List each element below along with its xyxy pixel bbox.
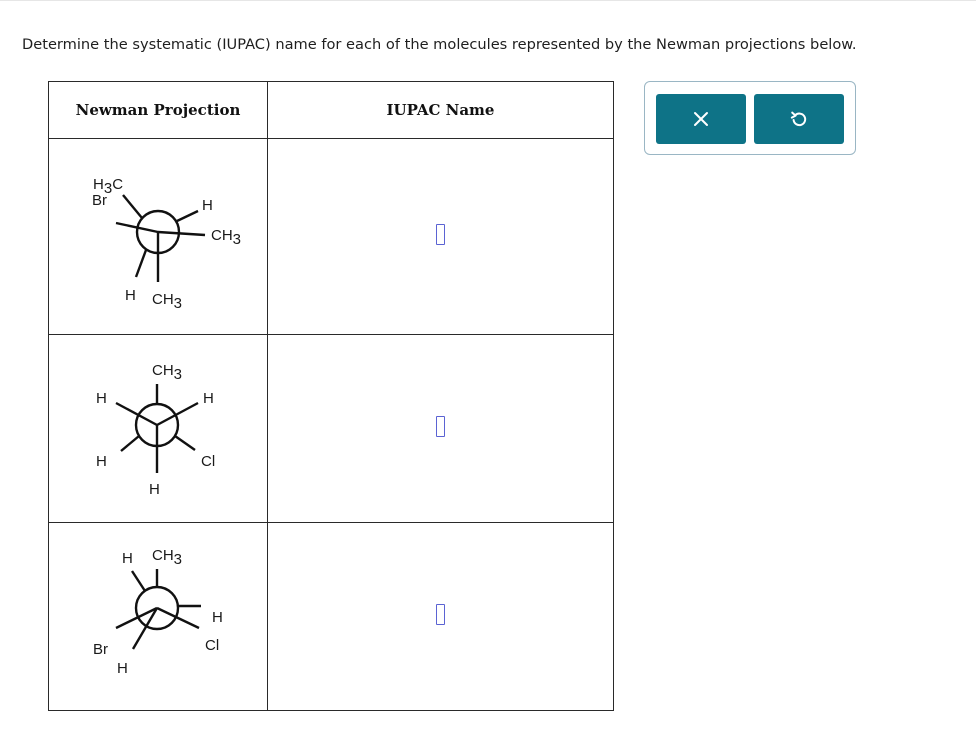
iupac-answer-input-2[interactable] [436,416,445,437]
newman-diagram-3: H CH3 H Cl Br H [93,547,223,677]
label-h-left-top: H [96,390,107,407]
iupac-answer-cell-1 [267,138,614,335]
table-row: H CH3 H Cl Br H [48,522,614,711]
question-prompt: Determine the systematic (IUPAC) name fo… [22,36,857,53]
header-iupac-name: IUPAC Name [267,81,614,139]
iupac-answer-input-3[interactable] [436,604,445,625]
newman-projection-3: H CH3 H Cl Br H [48,522,268,711]
newman-diagram-1: H3C Br H CH3 H CH3 [92,176,241,312]
label-br: Br [93,641,108,658]
label-cl: Cl [205,637,219,654]
label-h-right-top: H [203,390,214,407]
top-divider [0,0,976,1]
label-br: Br [92,192,107,209]
undo-button[interactable] [754,94,844,144]
undo-icon [790,111,807,127]
answer-tools-panel [644,81,856,155]
table-row: H3C Br H CH3 H CH3 [48,138,614,335]
label-h-bottom: H [117,660,128,677]
label-h-bottom: H [149,481,160,498]
label-ch3-top: CH3 [152,547,182,568]
close-icon [694,112,708,126]
label-h-right: H [212,609,223,626]
label-cl: Cl [201,453,215,470]
label-h-left-bottom: H [96,453,107,470]
clear-button[interactable] [656,94,746,144]
newman-diagram-2: CH3 H H H Cl H [96,362,215,498]
label-h-bottom: H [125,287,136,304]
header-newman-projection: Newman Projection [48,81,268,139]
newman-projection-2: CH3 H H H Cl H [48,334,268,523]
iupac-answer-input-1[interactable] [436,224,445,245]
newman-table: Newman Projection IUPAC Name H3C Br H CH… [48,81,614,711]
newman-projection-1: H3C Br H CH3 H CH3 [48,138,268,335]
iupac-answer-cell-3 [267,522,614,711]
table-row: CH3 H H H Cl H [48,334,614,523]
label-ch3-right: CH3 [211,227,241,248]
label-ch3-top: CH3 [152,362,182,383]
iupac-answer-cell-2 [267,334,614,523]
label-h-right: H [202,197,213,214]
label-ch3-bottom: CH3 [152,291,182,312]
table-header-row: Newman Projection IUPAC Name [48,81,614,139]
label-h-top: H [122,550,133,567]
